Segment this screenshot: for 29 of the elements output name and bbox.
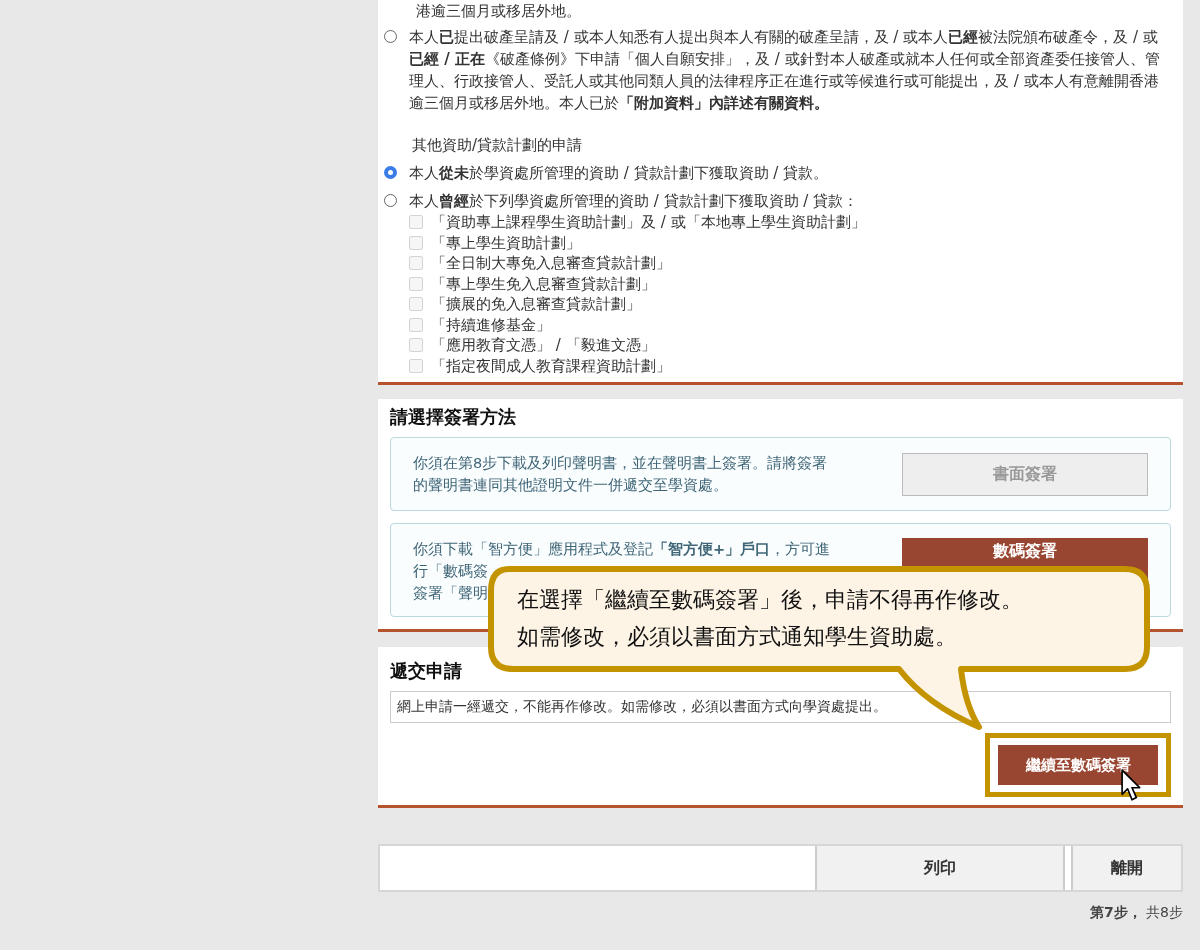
method-description-line: 你須在第8步下載及列印聲明書，並在聲明書上簽署。請將簽署 — [413, 454, 828, 473]
section-title: 請選擇簽署方法 — [390, 405, 517, 429]
option-text: 本人從未於學資處所管理的資助 / 貸款計劃下獲取資助 / 貸款。 — [409, 163, 829, 184]
section-subheading: 其他資助/貸款計劃的申請 — [411, 135, 584, 156]
method-description-line: 的聲明書連同其他證明文件一併遞交至學資處。 — [413, 476, 728, 495]
scheme-label: 「擴展的免入息審查貸款計劃」 — [431, 294, 641, 315]
continue-button[interactable]: 繼續至數碼簽署 — [998, 745, 1158, 785]
radio-button[interactable] — [384, 194, 397, 207]
radio-button[interactable] — [384, 166, 397, 179]
footer-button[interactable]: 列印 — [815, 846, 1065, 890]
declaration-text: 本人已提出破產呈請及 / 或本人知悉有人提出與本人有關的破產呈請，及 / 或本人已經被法院頒布破產令，及 / 或已經 / 正在《破產條例》下申請「個人自願安排」，及 / 或針對本人破產或就本人任何或全部資產委任接管人、管理人、行政接管人、受託人或其他同類人員的法律程序正在進行或等候進行或可能提出，及 / 或本人有意離開香港逾三個月或移居外地。本人已於「附加資料」內詳述有關資料。 — [409, 27, 1161, 114]
method-description-line: 你須下載「智方便」應用程式及登記「智方便+」戶口，方可進 — [413, 540, 831, 559]
scheme-label: 「持續進修基金」 — [431, 314, 551, 335]
scheme-label: 「專上學生資助計劃」 — [431, 232, 581, 253]
tooltip-text: 在選擇「繼續至數碼簽署」後，申請不得再作修改。 如需修改，必須以書面方式通知學生資助處。 — [517, 586, 1023, 651]
declaration-text: 港逾三個月或移居外地。 — [415, 1, 582, 22]
scheme-label: 「應用教育文憑」 / 「毅進文憑」 — [431, 335, 656, 356]
step-indicator: 第7步， 共8步 — [1088, 904, 1183, 922]
section-title: 遞交申請 — [390, 659, 463, 683]
radio-button[interactable] — [384, 30, 397, 43]
method-description-line: 行「數碼簽 — [413, 562, 488, 581]
scheme-label: 「全日制大專免入息審查貸款計劃」 — [431, 253, 671, 274]
scheme-label: 「專上學生免入息審查貸款計劃」 — [431, 273, 656, 294]
notice-text: 網上申請一經遞交，不能再作修改。如需修改，必須以書面方式向學資處提出。 — [390, 691, 1171, 723]
scheme-label: 「指定夜間成人教育課程資助計劃」 — [431, 355, 671, 376]
footer-button[interactable]: 離開 — [1071, 846, 1181, 890]
option-text: 本人曾經於下列學資處所管理的資助 / 貸款計劃下獲取資助 / 貸款： — [409, 191, 860, 212]
scheme-label: 「資助專上課程學生資助計劃」及 / 或「本地專上學生資助計劃」 — [431, 212, 866, 233]
method-description-line: 簽署「聲明 — [413, 584, 488, 603]
